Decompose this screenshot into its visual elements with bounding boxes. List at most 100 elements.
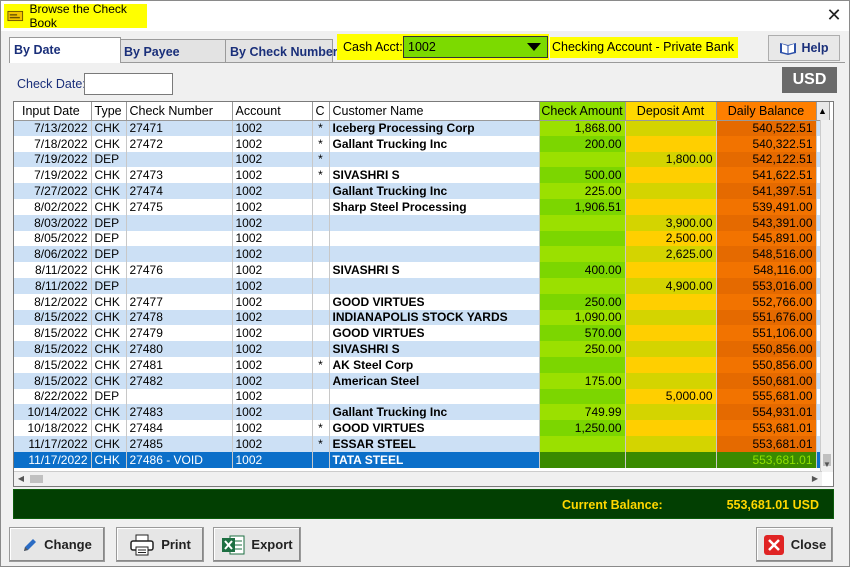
horizontal-scrollbar[interactable]: ◀ ▶	[14, 471, 822, 486]
table-row[interactable]: 8/03/2022 DEP 1002 3,900.00 543,391.00	[14, 214, 830, 231]
cell-check-number: 27480	[126, 341, 233, 357]
table-row[interactable]: 7/18/2022 CHK 27472 1002 * Gallant Trucking I…	[14, 135, 830, 152]
dropdown-arrow-icon[interactable]	[521, 37, 547, 57]
table-row[interactable]: 10/14/2022 CHK 27483 1002 Gallant Trucking I…	[14, 404, 830, 421]
table-row[interactable]: 8/12/2022 CHK 27477 1002 GOOD VIRTUES 250.00 5…	[14, 293, 830, 310]
scroll-right-icon[interactable]: ▶	[808, 472, 822, 486]
cell-check-number: 27474	[126, 183, 233, 199]
table-row[interactable]: 8/02/2022 CHK 27475 1002 Sharp Steel Process…	[14, 198, 830, 215]
col-input-date[interactable]: Input Date	[14, 102, 92, 121]
horizontal-scroll-thumb[interactable]	[30, 475, 43, 483]
check-date-input[interactable]	[84, 73, 173, 95]
cell-type: CHK	[91, 451, 127, 468]
cell-deposit-amt	[625, 183, 717, 199]
cell-customer-name	[329, 214, 540, 231]
col-check-number[interactable]: Check Number	[126, 102, 233, 121]
table-row[interactable]: 7/19/2022 DEP 1002 * 1,800.00 542,122.51	[14, 151, 830, 168]
cell-daily-balance: 540,522.51	[716, 120, 817, 136]
table-row[interactable]: 8/11/2022 DEP 1002 4,900.00 553,016.00	[14, 277, 830, 294]
cell-input-date: 11/17/2022	[14, 451, 92, 468]
cell-check-amount	[539, 435, 626, 452]
cell-customer-name: SIVASHRI S	[329, 262, 540, 278]
balance-footer: Current Balance: 553,681.01 USD	[13, 489, 834, 519]
cell-cleared: *	[312, 167, 330, 184]
scroll-left-icon[interactable]: ◀	[14, 472, 28, 486]
table-row[interactable]: 8/06/2022 DEP 1002 2,625.00 548,516.00	[14, 246, 830, 263]
table-row[interactable]: 8/05/2022 DEP 1002 2,500.00 545,891.00	[14, 230, 830, 247]
cell-type: CHK	[91, 420, 127, 436]
col-type[interactable]: Type	[91, 102, 127, 121]
cell-customer-name	[329, 230, 540, 247]
cash-acct-select[interactable]: 1002	[403, 36, 548, 58]
table-row[interactable]: 8/15/2022 CHK 27480 1002 SIVASHRI S 250.00 550…	[14, 341, 830, 357]
checkbook-grid[interactable]: Input Date Type Check Number Account C C…	[13, 101, 834, 487]
cell-cleared	[312, 230, 330, 247]
tab-by-payee[interactable]: By Payee	[119, 39, 226, 63]
cell-customer-name	[329, 388, 540, 405]
cell-type: CHK	[91, 309, 127, 326]
cell-cleared: *	[312, 435, 330, 452]
col-customer-name[interactable]: Customer Name	[329, 102, 540, 121]
table-body: 7/13/2022 CHK 27471 1002 * Iceberg Processing…	[14, 120, 830, 468]
table-row[interactable]: 8/15/2022 CHK 27479 1002 GOOD VIRTUES 570.00 5…	[14, 325, 830, 342]
cell-check-number: 27483	[126, 404, 233, 421]
cell-check-amount	[539, 388, 626, 405]
cell-type: CHK	[91, 356, 127, 373]
cell-type: DEP	[91, 214, 127, 231]
change-button[interactable]: Change	[9, 527, 105, 562]
cell-daily-balance: 540,322.51	[716, 135, 817, 152]
table-row[interactable]: 11/17/2022 CHK 27486 - VOID 1002 TATA STEEL 5…	[14, 451, 830, 468]
table-row[interactable]: 11/17/2022 CHK 27485 1002 * ESSAR STEEL 553,68…	[14, 435, 830, 452]
export-button[interactable]: Export	[213, 527, 301, 562]
cell-cleared	[312, 293, 330, 310]
col-cleared[interactable]: C	[312, 102, 330, 121]
table-row[interactable]: 7/27/2022 CHK 27474 1002 Gallant Trucking In…	[14, 183, 830, 199]
cell-input-date: 8/05/2022	[14, 230, 92, 247]
col-account[interactable]: Account	[232, 102, 313, 121]
cell-input-date: 7/18/2022	[14, 135, 92, 152]
cell-check-amount: 1,090.00	[539, 309, 626, 326]
table-row[interactable]: 8/11/2022 CHK 27476 1002 SIVASHRI S 400.00 548…	[14, 262, 830, 278]
scroll-down-icon[interactable]: ▼	[821, 458, 833, 472]
vertical-scrollbar[interactable]: ▼	[820, 120, 833, 472]
help-button[interactable]: Help	[768, 35, 840, 61]
scroll-up-icon[interactable]: ▲	[816, 102, 830, 121]
cell-account: 1002	[232, 214, 313, 231]
col-deposit-amt[interactable]: Deposit Amt	[625, 102, 717, 121]
cell-check-number: 27481	[126, 356, 233, 373]
table-row[interactable]: 7/19/2022 CHK 27473 1002 * SIVASHRI S 500.00 54…	[14, 167, 830, 184]
cell-check-amount: 250.00	[539, 341, 626, 357]
table-row[interactable]: 8/15/2022 CHK 27482 1002 American Steel 175.0…	[14, 372, 830, 389]
cell-account: 1002	[232, 451, 313, 468]
window-title: Browse the Check Book	[29, 2, 127, 30]
cell-check-number	[126, 151, 233, 168]
cell-cleared: *	[312, 151, 330, 168]
close-button[interactable]: Close	[756, 527, 833, 562]
table-row[interactable]: 8/22/2022 DEP 1002 5,000.00 555,681.00	[14, 388, 830, 405]
table-row[interactable]: 10/18/2022 CHK 27484 1002 * GOOD VIRTUES 1,250…	[14, 420, 830, 436]
col-check-amount[interactable]: Check Amount	[539, 102, 626, 121]
cell-daily-balance: 548,516.00	[716, 246, 817, 263]
cell-check-amount: 250.00	[539, 293, 626, 310]
cell-account: 1002	[232, 246, 313, 263]
cell-check-number: 27476	[126, 262, 233, 278]
print-button[interactable]: Print	[116, 527, 204, 562]
excel-icon	[222, 535, 245, 554]
cell-input-date: 7/19/2022	[14, 167, 92, 184]
cell-account: 1002	[232, 404, 313, 421]
window-close-icon[interactable]: ✕	[823, 5, 845, 25]
table-row[interactable]: 8/15/2022 CHK 27481 1002 * AK Steel Corp 550,8…	[14, 356, 830, 373]
help-label: Help	[801, 41, 829, 55]
table-row[interactable]: 8/15/2022 CHK 27478 1002 INDIANAPOLIS STOCK …	[14, 309, 830, 326]
check-date-label: Check Date:	[17, 77, 86, 91]
current-balance-label: Current Balance:	[562, 498, 663, 512]
cell-daily-balance: 551,676.00	[716, 309, 817, 326]
table-row[interactable]: 7/13/2022 CHK 27471 1002 * Iceberg Processing…	[14, 120, 830, 136]
cell-type: CHK	[91, 167, 127, 184]
cell-deposit-amt	[625, 293, 717, 310]
col-daily-balance[interactable]: Daily Balance	[716, 102, 817, 121]
tab-by-check-number[interactable]: By Check Number	[225, 39, 338, 63]
cell-check-amount: 1,906.51	[539, 198, 626, 215]
help-book-icon	[780, 43, 797, 55]
tab-by-date[interactable]: By Date	[9, 37, 121, 63]
